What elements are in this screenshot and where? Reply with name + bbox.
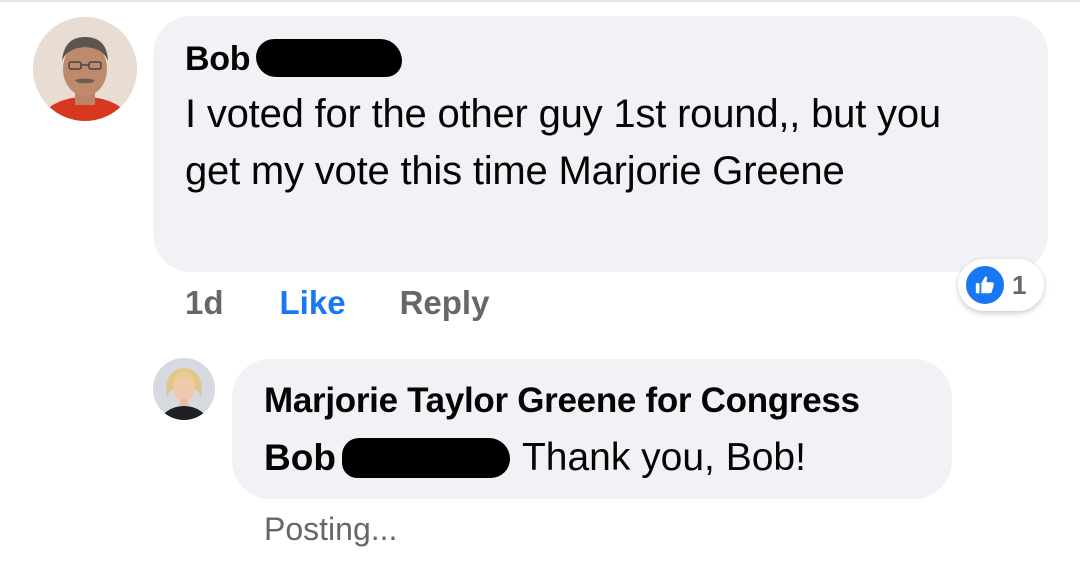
reply-mention[interactable]: Bob (264, 434, 336, 482)
reaction-summary[interactable]: 1 (958, 259, 1044, 311)
commenter-avatar-image (33, 17, 137, 121)
reaction-count: 1 (1012, 269, 1027, 300)
redaction-mark (256, 39, 403, 78)
reply-text-line: Bob Thank you, Bob! (264, 434, 806, 482)
thumbs-up-glyph (975, 276, 994, 294)
comment-timestamp[interactable]: 1d (185, 284, 224, 322)
reply-author[interactable]: Marjorie Taylor Greene for Congress (264, 380, 860, 422)
thumbs-up-icon (964, 264, 1006, 306)
commenter-avatar[interactable] (33, 17, 137, 121)
comment-author[interactable]: Bob (185, 39, 403, 79)
page-avatar-image (153, 358, 215, 420)
reply-button[interactable]: Reply (400, 284, 490, 322)
page-avatar[interactable] (153, 358, 215, 420)
comment-actions: 1d Like Reply (185, 280, 489, 326)
top-divider (0, 0, 1080, 2)
posting-status: Posting... (264, 511, 398, 547)
reply-text: Thank you, Bob! (521, 436, 806, 479)
comment-text: I voted for the other guy 1st round,, bu… (185, 92, 941, 193)
redaction-mark (341, 438, 510, 478)
comment-author-first-name[interactable]: Bob (185, 40, 251, 78)
like-button[interactable]: Like (280, 284, 346, 322)
